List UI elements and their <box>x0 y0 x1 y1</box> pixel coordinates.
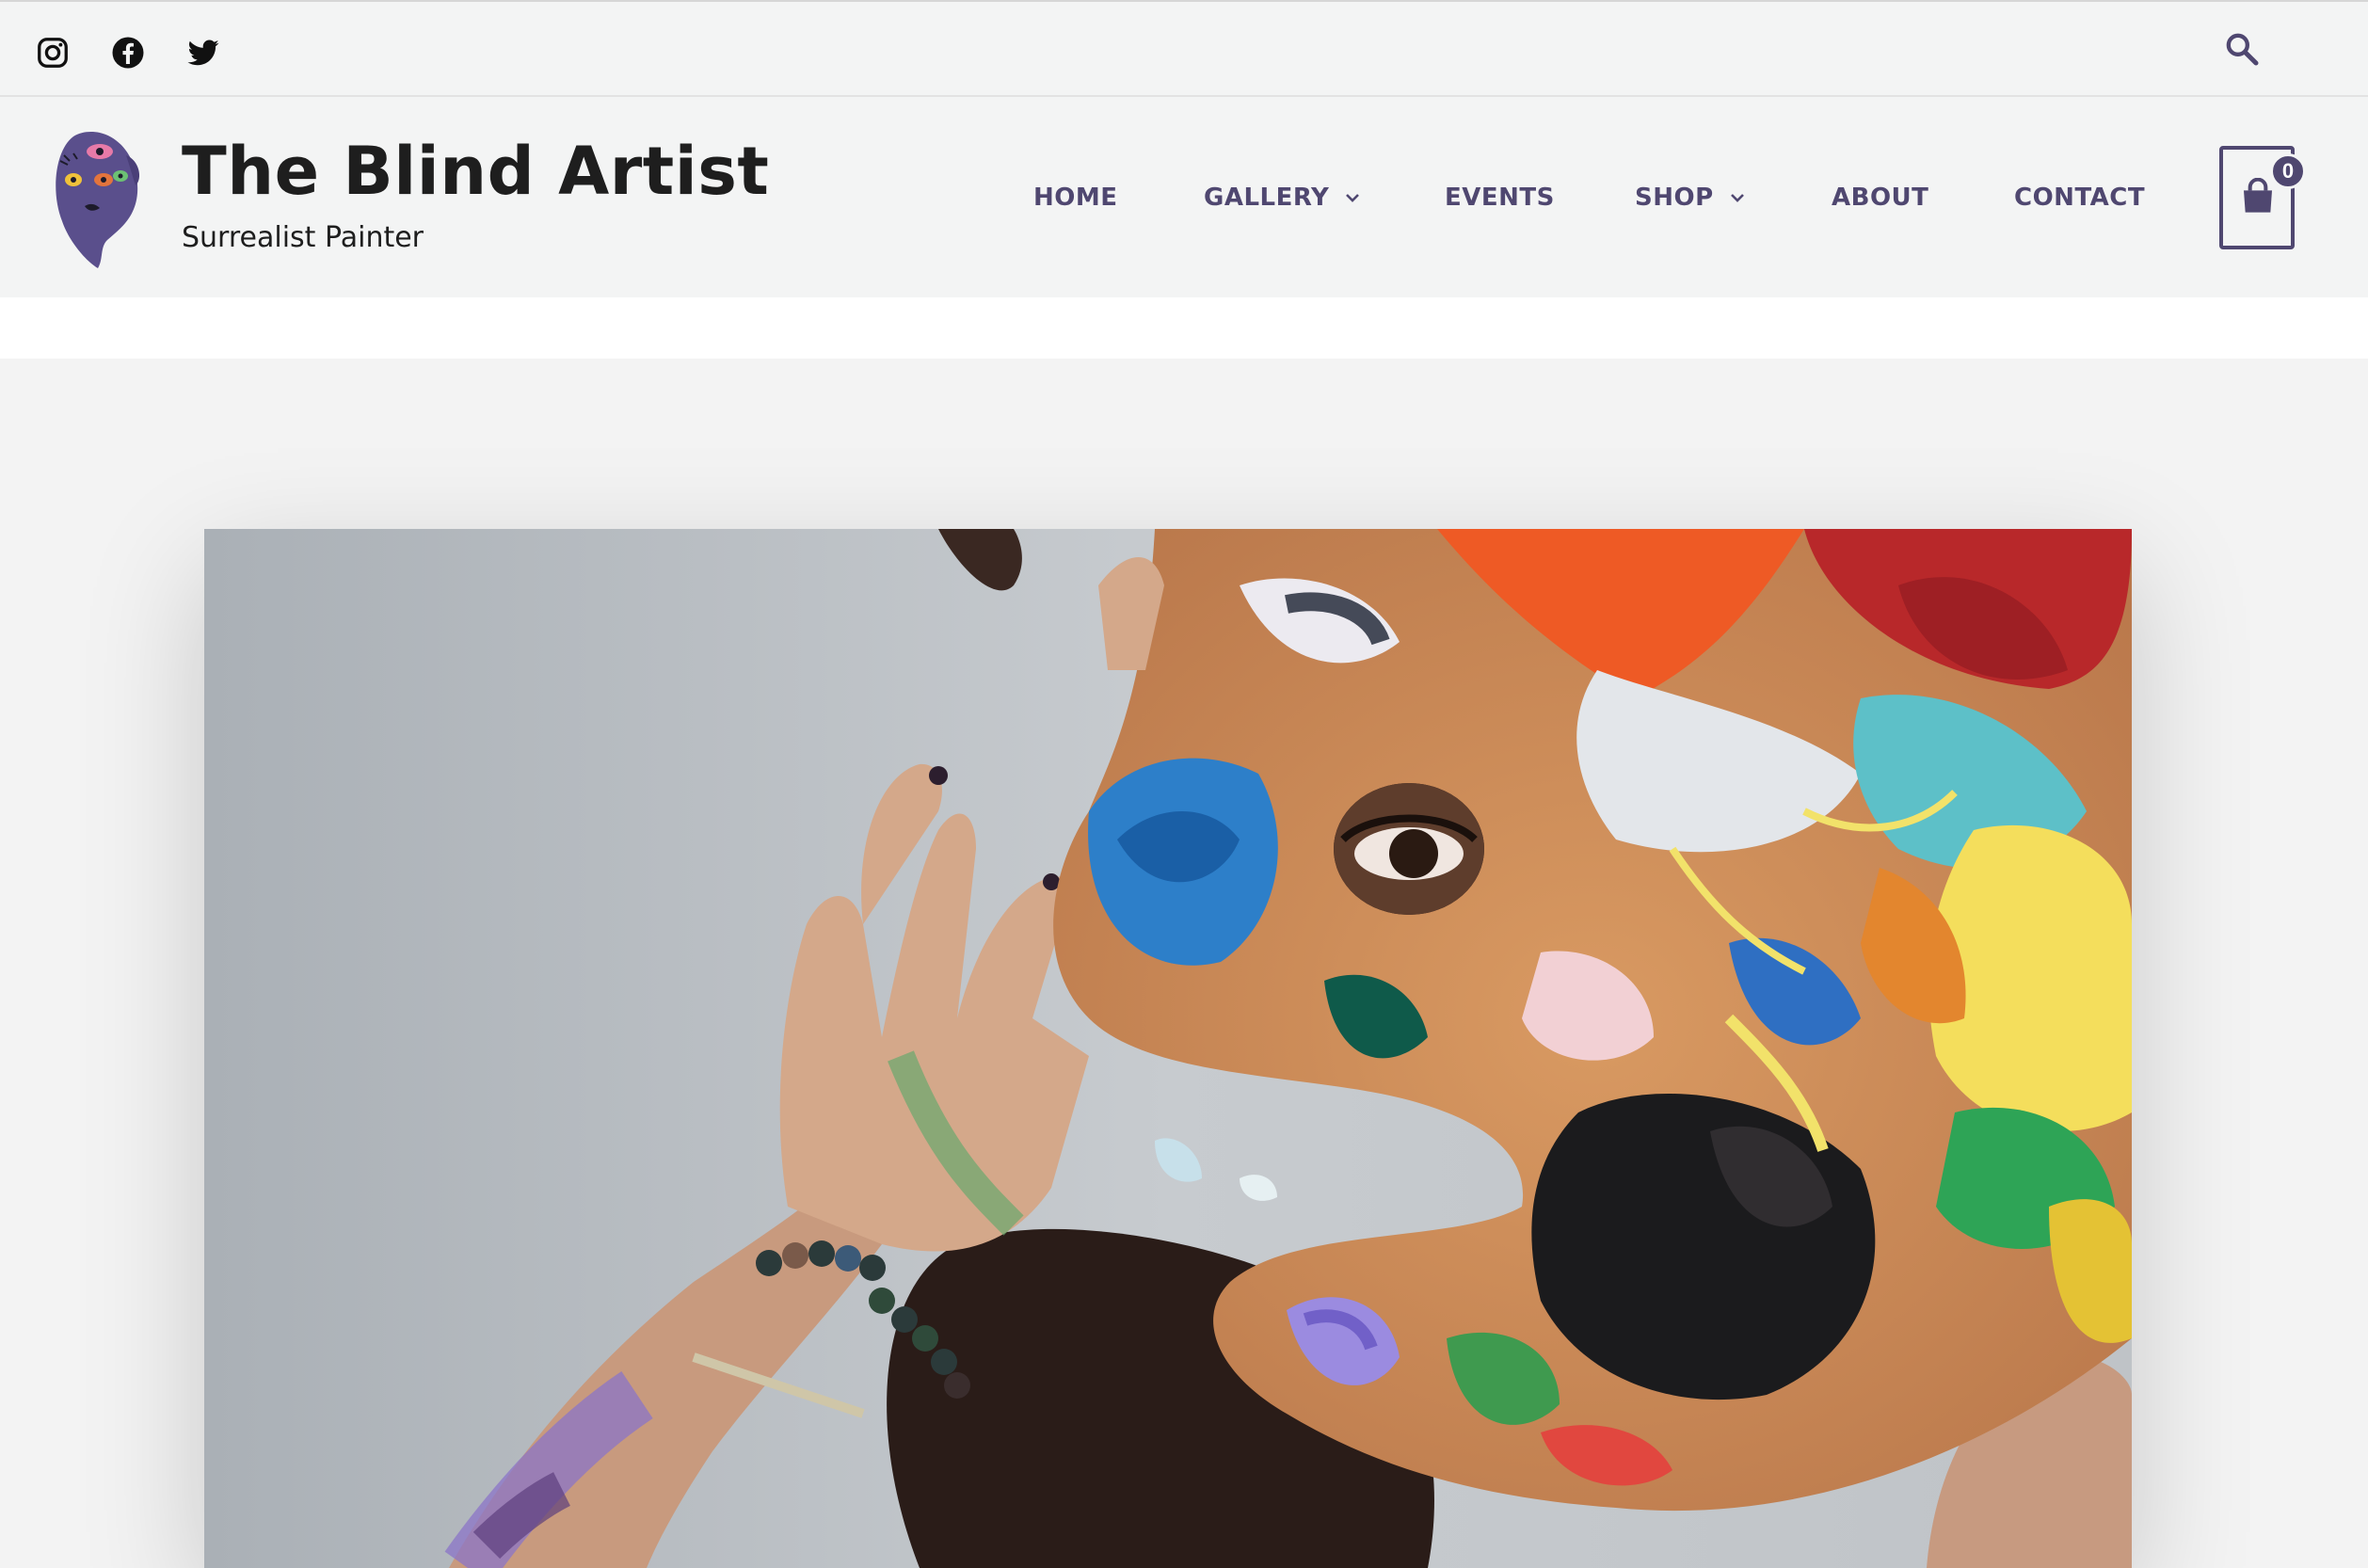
twitter-icon[interactable] <box>186 36 220 70</box>
nav-item-contact[interactable]: CONTACT <box>2014 184 2145 212</box>
facebook-icon[interactable] <box>111 36 145 70</box>
nav-item-label: SHOP <box>1635 184 1714 212</box>
hero-image <box>204 529 2132 1568</box>
chevron-down-icon <box>1344 192 1361 203</box>
nav-item-events[interactable]: EVENTS <box>1445 184 1555 212</box>
instagram-icon[interactable] <box>36 36 70 70</box>
search-icon[interactable] <box>2223 30 2261 68</box>
shopping-bag-icon <box>2239 178 2277 216</box>
nav-item-label: ABOUT <box>1832 184 1929 212</box>
site-logo[interactable] <box>45 127 149 270</box>
nav-item-about[interactable]: ABOUT <box>1832 184 1928 212</box>
nav-item-gallery[interactable]: GALLERY <box>1204 184 1361 212</box>
nav-item-shop[interactable]: SHOP <box>1635 184 1746 212</box>
nav-item-label: HOME <box>1033 184 1118 212</box>
cart-button[interactable]: 0 <box>2219 146 2306 249</box>
nav-item-label: CONTACT <box>2014 184 2146 212</box>
site-title[interactable]: The Blind Artist <box>182 133 769 210</box>
nav-item-label: GALLERY <box>1204 184 1330 212</box>
site-header: The Blind Artist Surrealist Painter HOME… <box>0 97 2368 297</box>
header-separator <box>0 297 2368 359</box>
chevron-down-icon <box>1729 192 1746 203</box>
cart-count-badge: 0 <box>2270 153 2306 189</box>
top-bar <box>0 0 2368 97</box>
site-tagline: Surrealist Painter <box>182 221 424 254</box>
nav-item-home[interactable]: HOME <box>1033 184 1118 212</box>
nav-item-label: EVENTS <box>1445 184 1555 212</box>
